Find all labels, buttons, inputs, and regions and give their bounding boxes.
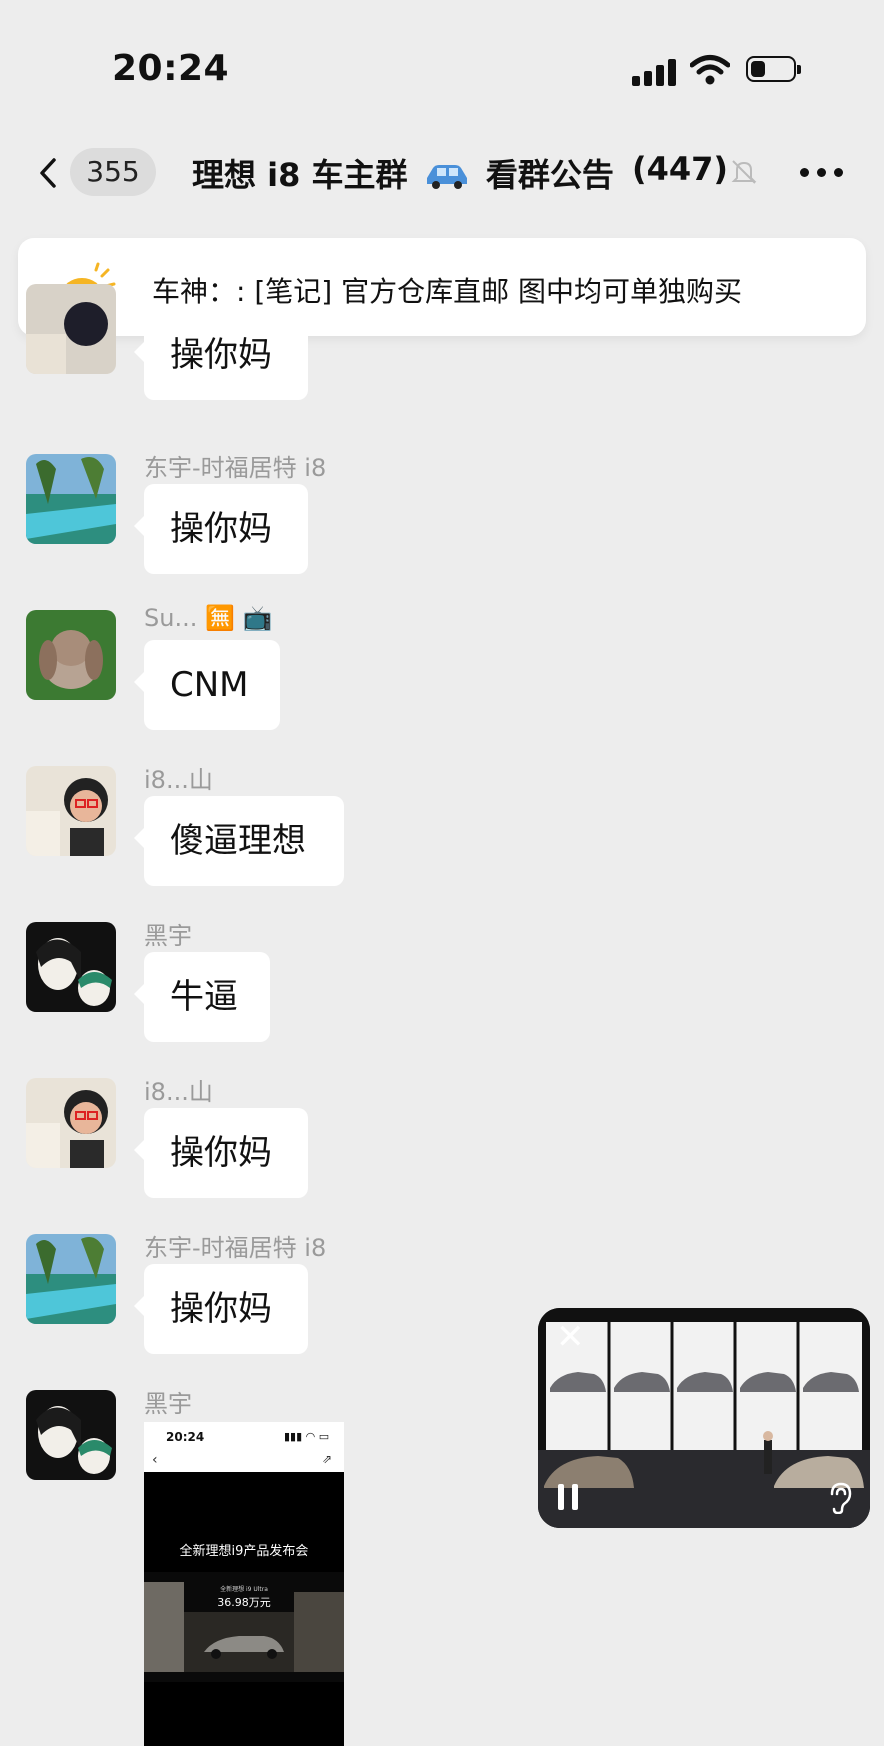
image-time: 20:24 (166, 1430, 205, 1444)
image-title: 全新理想i9产品发布会 (179, 1544, 309, 1559)
message-bubble[interactable]: 操你妈 (134, 1108, 308, 1198)
sender-name: 东宇-时福居特 i8 (144, 454, 327, 482)
pip-video-player[interactable]: ✕ (538, 1308, 870, 1528)
message-bubble[interactable]: CNM (134, 640, 280, 730)
message-bubble[interactable]: 操你妈 (134, 1264, 308, 1354)
unread-count-badge[interactable]: 355 (70, 148, 156, 196)
sender-name: 黑宇 (144, 1390, 192, 1418)
status-time: 20:24 (112, 48, 230, 89)
message-bubble[interactable]: 操你妈 (134, 310, 308, 400)
status-bar: 20:24 (0, 0, 884, 140)
avatar[interactable] (26, 922, 116, 1012)
battery-level (751, 61, 765, 77)
back-arrow-icon[interactable] (34, 158, 64, 188)
pip-close-button[interactable]: ✕ (556, 1320, 585, 1354)
pip-pause-button[interactable] (558, 1484, 582, 1510)
sender-name: Su... 🈚 📺 (144, 604, 273, 632)
sender-name: 东宇-时福居特 i8 (144, 1234, 327, 1262)
avatar[interactable] (26, 766, 116, 856)
chat-title[interactable]: 理想 i8 车主群 看群公告 (192, 150, 614, 196)
avatar[interactable] (26, 1078, 116, 1168)
battery-icon (746, 56, 801, 82)
more-options-icon[interactable] (800, 168, 846, 178)
sender-name: i8...山 (144, 1078, 213, 1106)
image-price-label: 全新理想 i9 Ultra (220, 1586, 268, 1593)
sender-name: i8...山 (144, 766, 213, 794)
message-bubble[interactable]: 傻逼理想 (134, 796, 344, 886)
message-bubble[interactable]: 操你妈 (134, 484, 308, 574)
listen-ear-icon[interactable] (826, 1482, 854, 1514)
image-status-icons: ▮▮▮ ◠ ▭ (284, 1430, 330, 1443)
announcement-link[interactable]: 看群公告 (486, 156, 614, 194)
pip-video-frame (538, 1308, 870, 1528)
image-back-icon: ‹ (152, 1452, 158, 1468)
message-bubble[interactable]: 牛逼 (134, 952, 270, 1042)
image-price: 36.98万元 (217, 1596, 271, 1609)
image-share-icon: ⇗ (322, 1452, 333, 1466)
shared-image-message[interactable]: 20:24 ▮▮▮ ◠ ▭ ‹ ⇗ 全新理想i9产品发布会 全新理想 i9 Ul… (144, 1422, 344, 1746)
wifi-icon (690, 55, 730, 85)
group-name: 理想 i8 车主群 (192, 156, 408, 194)
avatar[interactable] (26, 1390, 116, 1480)
avatar[interactable] (26, 454, 116, 544)
avatar[interactable] (26, 610, 116, 700)
avatar[interactable] (26, 1234, 116, 1324)
muted-bell-icon (731, 160, 757, 184)
announcement-text: 车神：: [笔记] 官方仓库直邮 图中均可单独购买 (152, 275, 742, 308)
image-status-bar: 20:24 ▮▮▮ ◠ ▭ ‹ ⇗ (144, 1422, 344, 1472)
cellular-signal-icon (632, 58, 678, 86)
car-emoji-icon (426, 165, 467, 189)
member-count: (447) (632, 150, 729, 188)
avatar[interactable] (26, 284, 116, 374)
sender-name: 黑宇 (144, 922, 192, 950)
